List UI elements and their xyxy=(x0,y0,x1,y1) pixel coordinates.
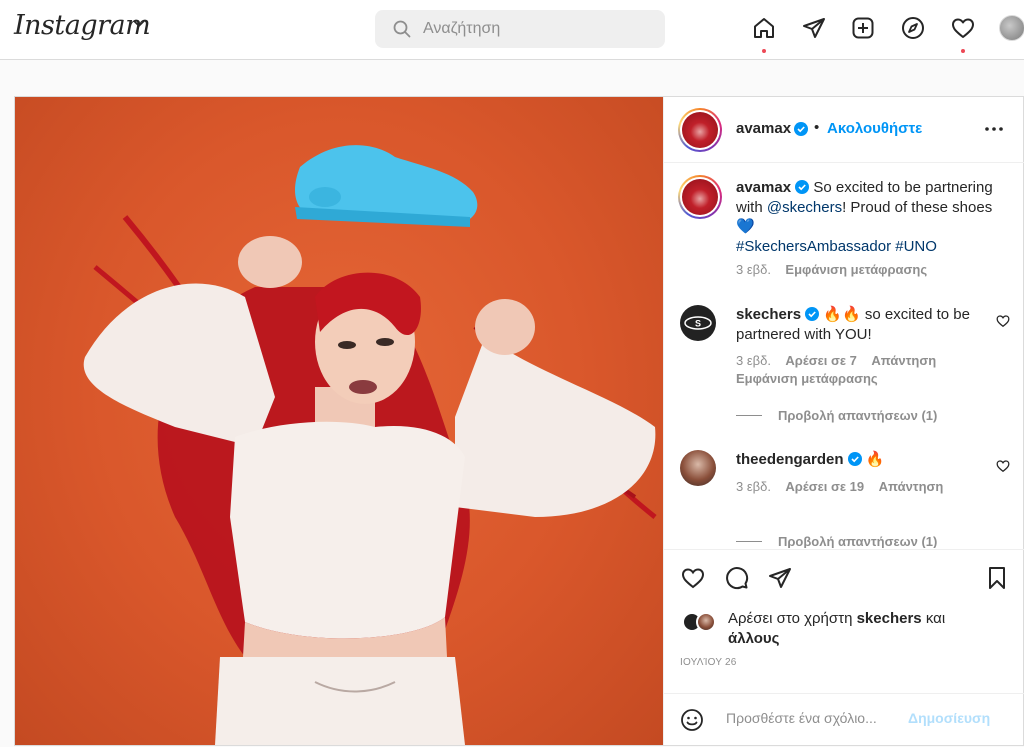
caption-meta: 3 εβδ. Εμφάνιση μετάφρασης xyxy=(736,262,927,277)
instagram-logo[interactable]: Instagram xyxy=(14,10,151,41)
like-comment-heart-icon[interactable] xyxy=(996,459,1010,473)
liked-by-prefix: Αρέσει στο χρήστη xyxy=(728,610,857,627)
direct-message-icon[interactable] xyxy=(800,14,828,42)
skechers-logo-icon: S xyxy=(684,316,712,330)
caption-translate[interactable]: Εμφάνιση μετάφρασης xyxy=(785,262,927,277)
commenter-avatar-skechers[interactable]: S xyxy=(680,305,716,341)
comment-2-likes[interactable]: Αρέσει σε 19 xyxy=(785,479,864,494)
comment-2-time[interactable]: 3 εβδ. xyxy=(736,479,771,494)
emoji-icon[interactable] xyxy=(680,708,704,732)
publish-button[interactable]: Δημοσίευση xyxy=(908,710,990,726)
svg-text:S: S xyxy=(695,319,701,329)
like-heart-icon[interactable] xyxy=(680,566,706,590)
add-comment-bar: Προσθέστε ένα σχόλιο... Δημοσίευση xyxy=(664,693,1024,745)
hashtags-link[interactable]: #SkechersAmbassador #UNO xyxy=(736,238,937,255)
comment-2-view-replies[interactable]: Προβολή απαντήσεων (1) xyxy=(736,534,937,548)
commenter-avatar-theedengarden[interactable] xyxy=(680,450,716,486)
post-image[interactable] xyxy=(15,97,663,745)
replies-line xyxy=(736,541,762,542)
home-notification-dot xyxy=(762,49,766,53)
comment-1-username[interactable]: skechers xyxy=(736,306,801,323)
comment-1-view-replies[interactable]: Προβολή απαντήσεων (1) xyxy=(736,408,937,423)
activity-heart-icon[interactable] xyxy=(949,14,977,42)
verified-badge-icon xyxy=(805,307,820,321)
comment-2-text: 🔥 xyxy=(865,451,885,468)
comment-1-reply-button[interactable]: Απάντηση xyxy=(871,353,936,368)
comment-2-username[interactable]: theedengarden xyxy=(736,451,844,468)
save-bookmark-icon[interactable] xyxy=(986,566,1008,590)
liked-by-middle: και xyxy=(921,610,946,627)
follow-button[interactable]: Ακολουθήστε xyxy=(827,120,922,137)
post-date[interactable]: ΙΟΥΛΊΟΥ 26 xyxy=(680,657,737,668)
post-side-panel: avamax • Ακολουθήστε avamax So excited t… xyxy=(663,97,1024,745)
share-paper-plane-icon[interactable] xyxy=(767,566,793,590)
mention-link[interactable]: @skechers xyxy=(767,199,842,216)
more-options-icon[interactable] xyxy=(984,119,1004,139)
caption-author-avatar[interactable] xyxy=(678,175,722,219)
comment-2-reply-button[interactable]: Απάντηση xyxy=(879,479,944,494)
comment-bubble-icon[interactable] xyxy=(724,566,750,590)
separator-dot: • xyxy=(814,119,820,136)
verified-badge-icon xyxy=(847,452,862,466)
liked-by-others[interactable]: άλλους xyxy=(728,630,779,647)
profile-avatar[interactable] xyxy=(999,15,1024,41)
replies-line xyxy=(736,415,762,416)
comment-2-meta: 3 εβδ. Αρέσει σε 19 Απάντηση xyxy=(736,479,943,494)
caption-time[interactable]: 3 εβδ. xyxy=(736,262,771,277)
author-username[interactable]: avamax xyxy=(736,120,791,137)
like-comment-heart-icon[interactable] xyxy=(996,314,1010,328)
post-card: avamax • Ακολουθήστε avamax So excited t… xyxy=(14,96,1024,746)
new-post-icon[interactable] xyxy=(849,14,877,42)
post-photo-illustration xyxy=(83,145,657,745)
search-placeholder: Αναζήτηση xyxy=(423,20,501,37)
comment-1-time[interactable]: 3 εβδ. xyxy=(736,353,771,368)
comment-2: theedengarden 🔥 xyxy=(736,450,996,470)
comment-1: skechers 🔥🔥 so excited to be partnered w… xyxy=(736,305,996,344)
search-icon xyxy=(393,20,411,38)
search-input[interactable]: Αναζήτηση xyxy=(375,10,665,48)
top-navigation-bar: Instagram Αναζήτηση xyxy=(0,0,1024,60)
post-actions: Αρέσει στο χρήστη skechers και άλλους ΙΟ… xyxy=(664,549,1024,693)
caption-username[interactable]: avamax xyxy=(736,179,791,196)
comment-1-meta: 3 εβδ. Αρέσει σε 7 Απάντηση xyxy=(736,353,936,368)
comment-2-view-replies-label: Προβολή απαντήσεων (1) xyxy=(778,534,938,548)
chevron-down-icon[interactable] xyxy=(133,20,145,28)
verified-badge-icon xyxy=(794,122,808,136)
comment-1-likes[interactable]: Αρέσει σε 7 xyxy=(785,353,857,368)
liker-avatar-theedengarden[interactable] xyxy=(696,612,716,632)
author-avatar[interactable] xyxy=(678,108,722,152)
liked-by-user[interactable]: skechers xyxy=(857,610,922,627)
verified-badge-icon xyxy=(795,180,810,194)
home-icon[interactable] xyxy=(750,14,778,42)
comment-1-translate[interactable]: Εμφάνιση μετάφρασης xyxy=(736,371,878,386)
add-comment-input[interactable]: Προσθέστε ένα σχόλιο... xyxy=(726,710,877,726)
post-header: avamax • Ακολουθήστε xyxy=(664,97,1024,163)
activity-notification-dot xyxy=(961,49,965,53)
explore-icon[interactable] xyxy=(899,14,927,42)
comment-1-translate-row: Εμφάνιση μετάφρασης xyxy=(736,371,878,386)
caption-text: avamax So excited to be partnering with … xyxy=(736,178,996,256)
liked-by-text: Αρέσει στο χρήστη skechers και άλλους xyxy=(728,609,1008,649)
comment-1-view-replies-label: Προβολή απαντήσεων (1) xyxy=(778,408,938,423)
comments-section[interactable]: avamax So excited to be partnering with … xyxy=(664,164,1024,548)
